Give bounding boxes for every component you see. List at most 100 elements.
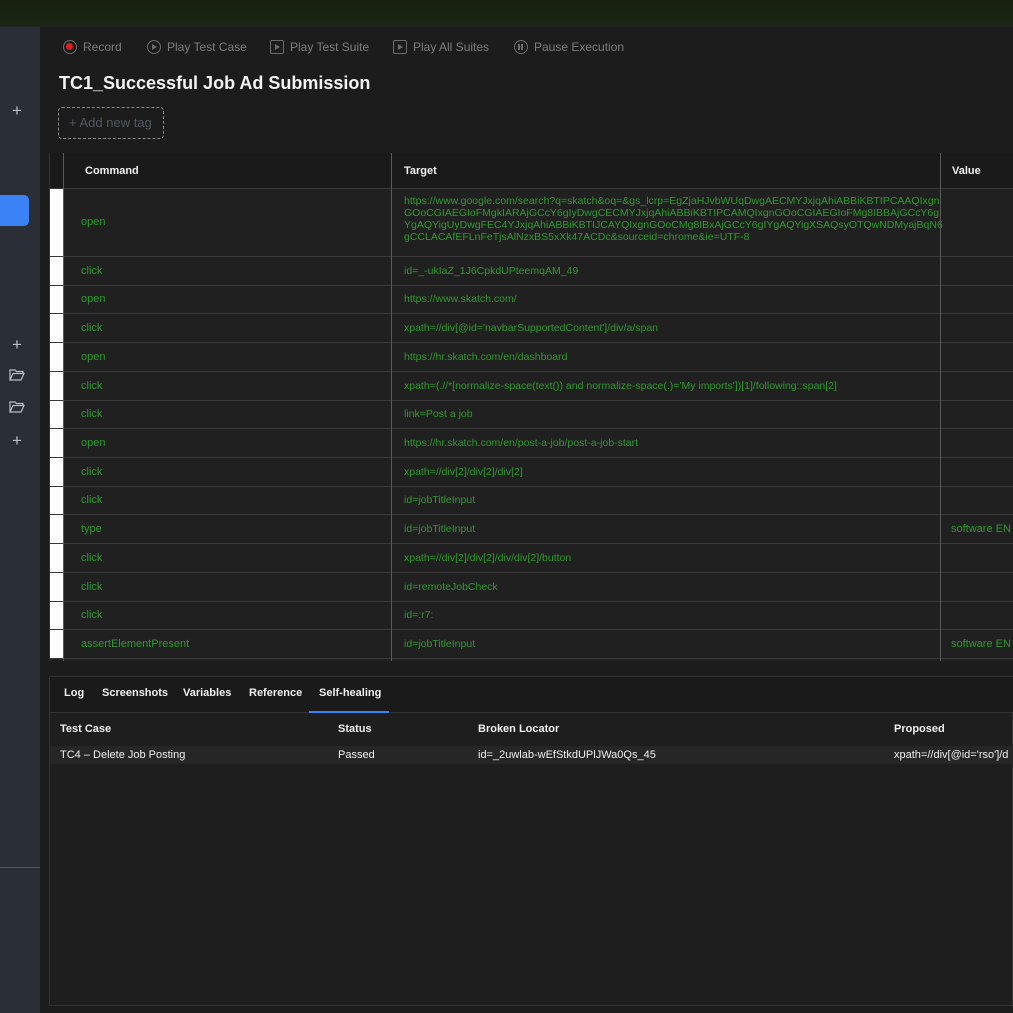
folder-open-icon[interactable]: [8, 400, 26, 418]
toolbar: Record Play Test Case Play Test Suite Pl…: [40, 27, 1013, 67]
row-select-handle[interactable]: [50, 286, 63, 313]
tab-reference[interactable]: Reference: [249, 677, 302, 713]
row-select-handle[interactable]: [50, 630, 63, 658]
command-cell[interactable]: click: [81, 494, 102, 506]
row-select-handle[interactable]: [50, 372, 63, 400]
table-row[interactable]: open https://www.skatch.com/: [50, 286, 1013, 314]
play-all-icon: [393, 40, 407, 54]
row-select-handle[interactable]: [50, 515, 63, 543]
command-cell[interactable]: click: [81, 408, 102, 420]
table-row[interactable]: click xpath=//div[2]/div[2]/div[2]: [50, 458, 1013, 487]
plus-icon[interactable]: +: [8, 336, 26, 354]
command-cell[interactable]: click: [81, 322, 102, 334]
table-row[interactable]: open https://www.google.com/search?q=skat…: [50, 189, 1013, 257]
command-cell[interactable]: click: [81, 609, 102, 621]
row-select-handle[interactable]: [50, 401, 63, 428]
table-row[interactable]: click id=jobTitleInput: [50, 487, 1013, 515]
target-cell[interactable]: xpath=//div[2]/div[2]/div/div[2]/button: [404, 552, 944, 564]
target-cell[interactable]: https://hr.skatch.com/en/dashboard: [404, 351, 944, 363]
command-cell[interactable]: click: [81, 466, 102, 478]
row-select-handle[interactable]: [50, 343, 63, 371]
table-row[interactable]: click id=:r7:: [50, 602, 1013, 630]
row-select-handle[interactable]: [50, 487, 63, 514]
table-row[interactable]: click link=Post a job: [50, 401, 1013, 429]
table-row[interactable]: open https://hr.skatch.com/en/post-a-job/…: [50, 429, 1013, 458]
target-cell[interactable]: id=jobTitleInput: [404, 523, 944, 535]
sh-cell-broken-locator: id=_2uwlab-wEfStkdUPlJWa0Qs_45: [478, 749, 656, 761]
pause-icon: [514, 40, 528, 54]
table-row[interactable]: open https://hr.skatch.com/en/dashboard: [50, 343, 1013, 372]
sidebar-active-item[interactable]: [0, 195, 29, 226]
command-cell[interactable]: click: [81, 552, 102, 564]
header-target[interactable]: Target: [404, 153, 437, 189]
row-select-handle[interactable]: [50, 257, 63, 285]
header-command[interactable]: Command: [85, 153, 139, 189]
pause-execution-button[interactable]: Pause Execution: [514, 39, 624, 55]
top-strip: [0, 0, 1013, 27]
play-test-case-button[interactable]: Play Test Case: [147, 39, 247, 55]
table-row[interactable]: click xpath=//div[@id='navbarSupportedCon…: [50, 314, 1013, 343]
target-cell[interactable]: id=jobTitleInput: [404, 638, 944, 650]
table-row[interactable]: assertElementPresent id=jobTitleInput soft…: [50, 630, 1013, 659]
command-cell[interactable]: click: [81, 380, 102, 392]
play-all-suites-label: Play All Suites: [413, 40, 490, 54]
command-cell[interactable]: click: [81, 581, 102, 593]
value-cell[interactable]: software EN: [951, 523, 1011, 535]
target-cell[interactable]: id=jobTitleInput: [404, 494, 944, 506]
table-row[interactable]: click xpath=//div[2]/div[2]/div/div[2]/bu…: [50, 544, 1013, 573]
tab-variables[interactable]: Variables: [183, 677, 231, 713]
target-cell[interactable]: xpath=//div[2]/div[2]/div[2]: [404, 466, 944, 478]
plus-icon[interactable]: +: [8, 432, 26, 450]
command-cell[interactable]: open: [81, 293, 105, 305]
column-separator[interactable]: [391, 153, 392, 661]
row-select-handle[interactable]: [50, 189, 63, 256]
play-test-suite-label: Play Test Suite: [290, 40, 370, 54]
row-select-handle[interactable]: [50, 544, 63, 572]
column-separator: [63, 153, 64, 661]
row-select-handle[interactable]: [50, 314, 63, 342]
play-all-suites-button[interactable]: Play All Suites: [393, 39, 489, 55]
sh-header-test-case: Test Case: [60, 723, 112, 735]
command-cell[interactable]: open: [81, 216, 105, 228]
sh-header-status: Status: [338, 723, 372, 735]
table-row[interactable]: click xpath=(.//*[normalize-space(text())…: [50, 372, 1013, 401]
grid-header: Command Target Value: [50, 153, 1013, 189]
play-suite-icon: [270, 40, 284, 54]
folder-open-icon[interactable]: [8, 368, 26, 386]
table-row[interactable]: type id=jobTitleInput software EN: [50, 515, 1013, 544]
play-test-suite-button[interactable]: Play Test Suite: [270, 39, 369, 55]
value-cell[interactable]: software EN: [951, 638, 1011, 650]
sh-cell-test-case: TC4 – Delete Job Posting: [60, 749, 186, 761]
command-cell[interactable]: click: [81, 265, 102, 277]
row-select-handle[interactable]: [50, 429, 63, 457]
row-select-handle[interactable]: [50, 573, 63, 601]
play-icon: [147, 40, 161, 54]
add-tag-button[interactable]: + Add new tag: [58, 107, 164, 139]
target-cell[interactable]: xpath=//div[@id='navbarSupportedContent'…: [404, 322, 944, 334]
table-row[interactable]: click id=_-ukIaZ_1J6CpkdUPteemqAM_49: [50, 257, 1013, 286]
target-cell[interactable]: https://hr.skatch.com/en/post-a-job/post…: [404, 437, 944, 449]
row-select-handle[interactable]: [50, 458, 63, 486]
target-cell[interactable]: xpath=(.//*[normalize-space(text()) and …: [404, 380, 944, 392]
sh-cell-status: Passed: [338, 749, 375, 761]
target-cell[interactable]: https://www.google.com/search?q=skatch&o…: [404, 195, 944, 243]
tab-screenshots[interactable]: Screenshots: [102, 677, 168, 713]
sidebar-divider: [0, 867, 40, 868]
target-cell[interactable]: link=Post a job: [404, 408, 944, 420]
column-separator[interactable]: [940, 153, 941, 661]
command-cell[interactable]: open: [81, 437, 105, 449]
tab-log[interactable]: Log: [64, 677, 84, 713]
record-button[interactable]: Record: [63, 39, 122, 55]
plus-icon[interactable]: +: [8, 102, 26, 120]
command-cell[interactable]: type: [81, 523, 102, 535]
target-cell[interactable]: https://www.skatch.com/: [404, 293, 944, 305]
table-row[interactable]: click id=remoteJobCheck: [50, 573, 1013, 602]
target-cell[interactable]: id=remoteJobCheck: [404, 581, 944, 593]
row-select-handle[interactable]: [50, 602, 63, 629]
header-value[interactable]: Value: [952, 153, 981, 189]
target-cell[interactable]: id=:r7:: [404, 609, 944, 621]
command-cell[interactable]: open: [81, 351, 105, 363]
command-cell[interactable]: assertElementPresent: [81, 638, 189, 650]
tab-self-healing[interactable]: Self-healing: [309, 677, 389, 713]
target-cell[interactable]: id=_-ukIaZ_1J6CpkdUPteemqAM_49: [404, 265, 944, 277]
